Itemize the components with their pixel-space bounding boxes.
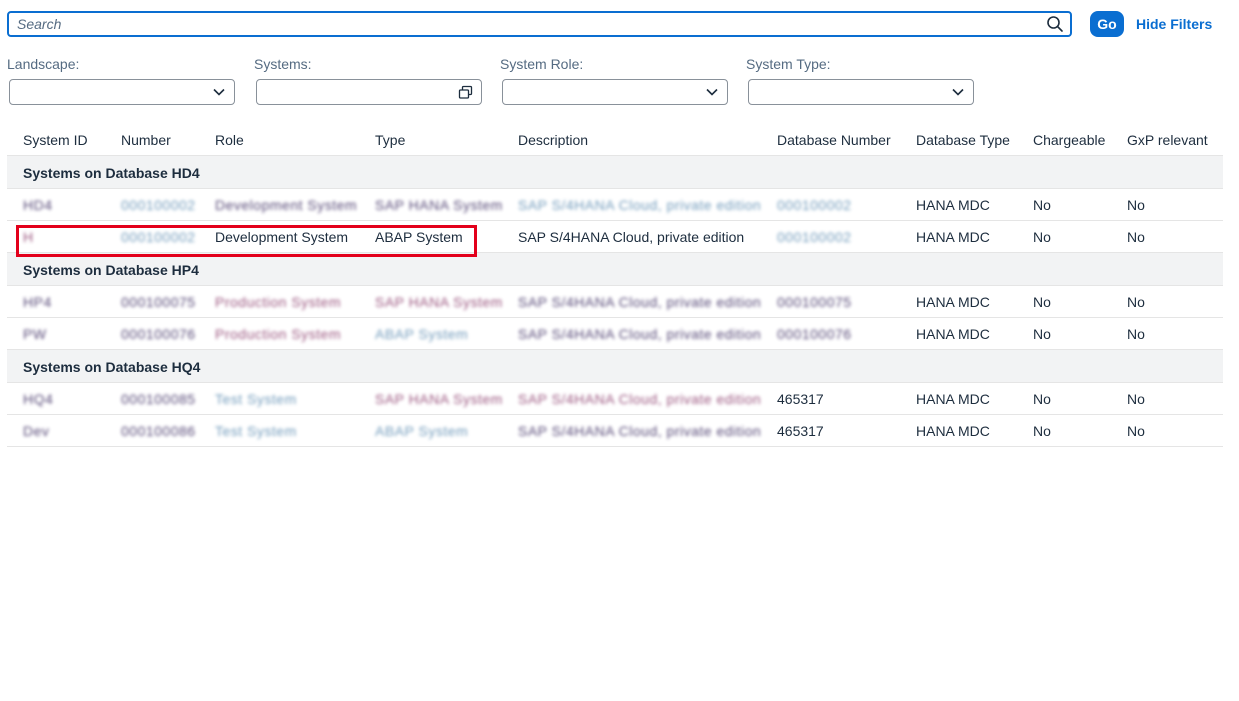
cell-role: Development System <box>215 197 358 213</box>
cell-chargeable: No <box>1033 229 1051 245</box>
landscape-filter-label: Landscape: <box>7 56 80 72</box>
cell-gxp-relevant: No <box>1127 326 1145 342</box>
chevron-down-icon[interactable] <box>705 85 719 99</box>
col-description[interactable]: Description <box>518 132 588 148</box>
cell-type: ABAP System <box>375 326 469 342</box>
cell-number: 000100002 <box>121 197 196 213</box>
col-chargeable[interactable]: Chargeable <box>1033 132 1105 148</box>
table-row[interactable]: HD4 000100002 Development System SAP HAN… <box>7 189 1223 221</box>
system-role-filter: System Role: <box>500 56 730 105</box>
cell-gxp-relevant: No <box>1127 391 1145 407</box>
cell-gxp-relevant: No <box>1127 197 1145 213</box>
cell-system-id: HP4 <box>23 294 52 310</box>
col-role[interactable]: Role <box>215 132 244 148</box>
systems-filter: Systems: <box>254 56 484 105</box>
group-label: Systems on Database HP4 <box>23 262 199 278</box>
cell-gxp-relevant: No <box>1127 294 1145 310</box>
cell-database-number: 000100002 <box>777 197 852 213</box>
cell-database-number: 000100002 <box>777 229 852 245</box>
col-number[interactable]: Number <box>121 132 171 148</box>
col-database-number[interactable]: Database Number <box>777 132 891 148</box>
cell-system-id: H <box>23 229 34 245</box>
table-row[interactable]: Dev 000100086 Test System ABAP System SA… <box>7 415 1223 447</box>
cell-type: SAP HANA System <box>375 391 503 407</box>
cell-database-type: HANA MDC <box>916 229 990 245</box>
col-system-id[interactable]: System ID <box>23 132 88 148</box>
search-field[interactable] <box>7 11 1072 37</box>
table-header: System ID Number Role Type Description D… <box>7 124 1223 156</box>
chevron-down-icon[interactable] <box>951 85 965 99</box>
table-row[interactable]: HQ4 000100085 Test System SAP HANA Syste… <box>7 383 1223 415</box>
value-help-icon[interactable] <box>458 85 473 100</box>
cell-number: 000100076 <box>121 326 196 342</box>
cell-description: SAP S/4HANA Cloud, private edition <box>518 229 745 245</box>
group-header-row[interactable]: Systems on Database HP4 <box>7 253 1223 286</box>
system-type-filter-label: System Type: <box>746 56 831 72</box>
system-type-filter: System Type: <box>746 56 976 105</box>
cell-role: Test System <box>215 391 297 407</box>
cell-system-id: Dev <box>23 423 50 439</box>
group-label: Systems on Database HQ4 <box>23 359 201 375</box>
cell-chargeable: No <box>1033 423 1051 439</box>
cell-chargeable: No <box>1033 391 1051 407</box>
cell-database-type: HANA MDC <box>916 391 990 407</box>
cell-description: SAP S/4HANA Cloud, private edition <box>518 294 762 310</box>
cell-database-type: HANA MDC <box>916 197 990 213</box>
system-role-select[interactable] <box>502 79 728 105</box>
cell-type: ABAP System <box>375 229 463 245</box>
cell-role: Production System <box>215 294 341 310</box>
cell-database-type: HANA MDC <box>916 326 990 342</box>
cell-number: 000100075 <box>121 294 196 310</box>
systems-filter-label: Systems: <box>254 56 312 72</box>
cell-gxp-relevant: No <box>1127 423 1145 439</box>
cell-description: SAP S/4HANA Cloud, private edition <box>518 391 762 407</box>
cell-role: Development System <box>215 229 349 245</box>
systems-table: System ID Number Role Type Description D… <box>7 124 1223 447</box>
hide-filters-link[interactable]: Hide Filters <box>1136 16 1212 32</box>
col-database-type[interactable]: Database Type <box>916 132 1010 148</box>
cell-chargeable: No <box>1033 197 1051 213</box>
cell-description: SAP S/4HANA Cloud, private edition <box>518 326 762 342</box>
col-type[interactable]: Type <box>375 132 405 148</box>
cell-system-id: HQ4 <box>23 391 54 407</box>
search-icon[interactable] <box>1046 15 1064 33</box>
landscape-filter: Landscape: <box>7 56 237 105</box>
col-gxp-relevant[interactable]: GxP relevant <box>1127 132 1208 148</box>
cell-type: SAP HANA System <box>375 294 503 310</box>
cell-database-number: 465317 <box>777 391 824 407</box>
cell-number: 000100002 <box>121 229 196 245</box>
landscape-select[interactable] <box>9 79 235 105</box>
cell-type: SAP HANA System <box>375 197 503 213</box>
search-input[interactable] <box>17 15 1037 33</box>
cell-database-type: HANA MDC <box>916 423 990 439</box>
cell-role: Production System <box>215 326 341 342</box>
table-row[interactable]: PW 000100076 Production System ABAP Syst… <box>7 318 1223 350</box>
cell-number: 000100086 <box>121 423 196 439</box>
systems-input[interactable] <box>256 79 482 105</box>
table-row[interactable]: HP4 000100075 Production System SAP HANA… <box>7 286 1223 318</box>
chevron-down-icon[interactable] <box>212 85 226 99</box>
cell-number: 000100085 <box>121 391 196 407</box>
cell-type: ABAP System <box>375 423 469 439</box>
cell-role: Test System <box>215 423 297 439</box>
cell-database-number: 000100076 <box>777 326 852 342</box>
cell-description: SAP S/4HANA Cloud, private edition <box>518 197 762 213</box>
cell-gxp-relevant: No <box>1127 229 1145 245</box>
system-type-select[interactable] <box>748 79 974 105</box>
cell-description: SAP S/4HANA Cloud, private edition <box>518 423 762 439</box>
cell-database-number: 000100075 <box>777 294 852 310</box>
cell-system-id: HD4 <box>23 197 53 213</box>
group-label: Systems on Database HD4 <box>23 165 200 181</box>
cell-database-number: 465317 <box>777 423 824 439</box>
cell-database-type: HANA MDC <box>916 294 990 310</box>
cell-chargeable: No <box>1033 294 1051 310</box>
cell-chargeable: No <box>1033 326 1051 342</box>
system-role-filter-label: System Role: <box>500 56 584 72</box>
group-header-row[interactable]: Systems on Database HQ4 <box>7 350 1223 383</box>
go-button[interactable]: Go <box>1090 11 1124 37</box>
group-header-row[interactable]: Systems on Database HD4 <box>7 156 1223 189</box>
table-row[interactable]: H 000100002 Development System ABAP Syst… <box>7 221 1223 253</box>
cell-system-id: PW <box>23 326 47 342</box>
